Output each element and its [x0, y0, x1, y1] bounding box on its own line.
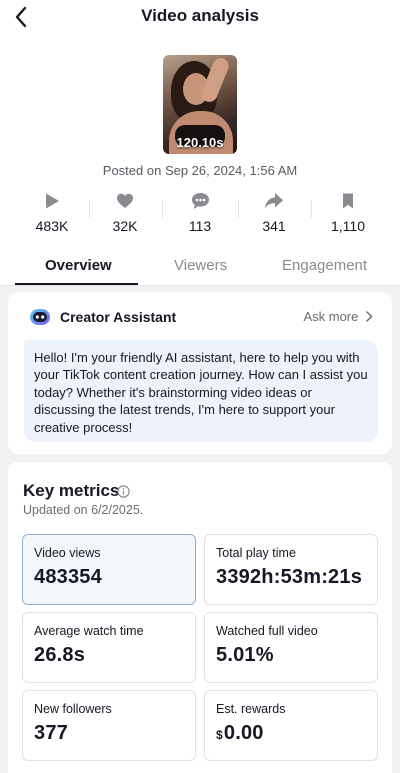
video-duration: 120.10s: [176, 135, 224, 150]
page-title: Video analysis: [141, 6, 259, 25]
stat-value: 113: [188, 218, 212, 234]
ask-more-label: Ask more: [303, 309, 359, 324]
share-icon: [265, 193, 283, 209]
metric-new-followers[interactable]: New followers 377: [22, 690, 196, 761]
ask-more-link[interactable]: Ask more: [303, 309, 373, 324]
rewards-amount: 0.00: [223, 722, 264, 744]
stat-comments: 113: [165, 192, 235, 234]
metric-label: Total play time: [216, 546, 296, 560]
tab-overview[interactable]: Overview: [45, 257, 112, 274]
chevron-right-icon: [366, 311, 373, 322]
metric-value: 483354: [34, 566, 102, 588]
stat-likes: 32K: [90, 192, 160, 234]
info-icon[interactable]: [117, 485, 130, 498]
stat-value: 341: [262, 218, 286, 234]
stat-saves: 1,110: [313, 192, 383, 234]
heart-icon: [117, 193, 133, 208]
comment-icon: [191, 193, 209, 209]
assistant-name: Creator Assistant: [60, 309, 177, 325]
assistant-bot-icon: [30, 309, 50, 325]
posted-date: Posted on Sep 26, 2024, 1:56 AM: [102, 163, 298, 178]
tab-engagement[interactable]: Engagement: [282, 257, 367, 274]
metric-value: 3392h:53m:21s: [216, 566, 363, 588]
stat-views: 483K: [17, 192, 87, 234]
metric-label: Average watch time: [34, 624, 144, 638]
divider: [162, 200, 163, 218]
metric-label: Est. rewards: [216, 702, 286, 716]
metric-watched-full-video[interactable]: Watched full video 5.01%: [204, 612, 378, 683]
metric-value: $0.00: [216, 722, 264, 745]
metric-video-views[interactable]: Video views 483354: [22, 534, 196, 605]
tab-viewers[interactable]: Viewers: [174, 257, 227, 274]
metric-total-play-time[interactable]: Total play time 3392h:53m:21s: [204, 534, 378, 605]
metric-value: 377: [34, 722, 68, 744]
bookmark-icon: [343, 193, 353, 209]
divider: [311, 200, 312, 218]
assistant-message: Hello! I'm your friendly AI assistant, h…: [24, 340, 378, 442]
top-bar: Video analysis: [0, 0, 400, 34]
metric-est-rewards[interactable]: Est. rewards $0.00: [204, 690, 378, 761]
updated-date: Updated on 6/2/2025.: [23, 503, 144, 517]
currency-symbol: $: [216, 728, 223, 742]
metric-label: Watched full video: [216, 624, 318, 638]
key-metrics-card: Key metrics Updated on 6/2/2025. Video v…: [8, 462, 392, 773]
metric-value: 5.01%: [216, 644, 274, 666]
stats-row: 483K 32K 113 341 1,110: [0, 192, 400, 238]
metric-value: 26.8s: [34, 644, 86, 666]
metric-label: New followers: [34, 702, 112, 716]
key-metrics-title: Key metrics: [23, 481, 120, 500]
creator-assistant-card: Creator Assistant Ask more Hello! I'm yo…: [8, 292, 392, 454]
stat-value: 32K: [112, 218, 138, 234]
metric-label: Video views: [34, 546, 101, 560]
stat-value: 483K: [35, 218, 69, 234]
video-thumbnail[interactable]: 120.10s: [163, 55, 237, 154]
stat-shares: 341: [239, 192, 309, 234]
active-tab-indicator: [15, 283, 138, 285]
stat-value: 1,110: [331, 218, 365, 234]
metric-average-watch-time[interactable]: Average watch time 26.8s: [22, 612, 196, 683]
tab-bar: Overview Viewers Engagement: [0, 247, 400, 286]
play-icon: [46, 193, 59, 209]
